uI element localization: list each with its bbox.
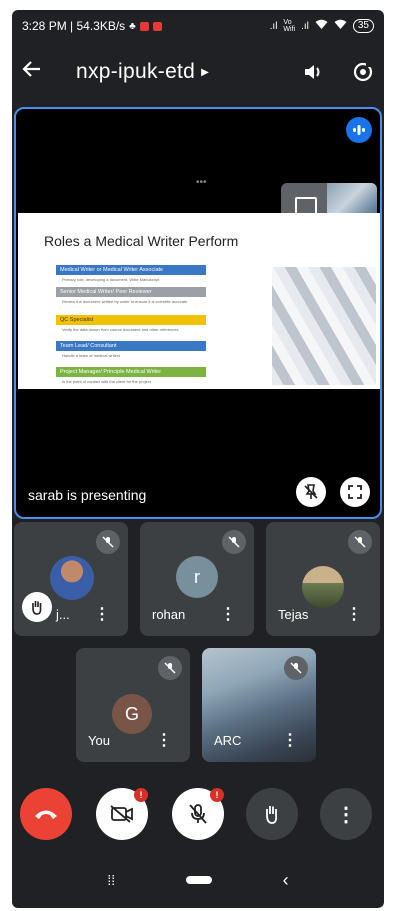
more-options-button[interactable]: ⋮	[320, 788, 372, 840]
camera-alert-badge: !	[134, 788, 148, 802]
back-icon[interactable]: ‹	[283, 870, 289, 891]
pin-off-icon[interactable]	[296, 477, 326, 507]
fullscreen-icon[interactable]	[340, 477, 370, 507]
participant-tile[interactable]: j... ⋮	[14, 522, 128, 636]
recent-apps-icon[interactable]: ⁞⁞	[107, 872, 115, 888]
signal-icon: .ıl	[269, 20, 278, 32]
slide-role-bar: Medical Writer or Medical Writer Associa…	[56, 265, 206, 275]
slide-role-note: Handle a team of medical writers	[62, 353, 121, 358]
status-bar: 3:28 PM | 54.3KB/s ♣ .ıl Vo Wifi .ıl 35	[12, 10, 384, 42]
participant-avatar: G	[112, 694, 152, 734]
mic-off-icon	[158, 656, 182, 680]
speaker-icon[interactable]	[302, 61, 324, 83]
call-controls: ! ! ⋮	[12, 788, 384, 846]
slide-role-note: Review the document written by writer to…	[62, 299, 188, 304]
mic-toggle-button[interactable]: !	[172, 788, 224, 840]
meeting-code[interactable]: nxp-ipuk-etd	[76, 60, 195, 84]
more-options-icon[interactable]: ⋮	[220, 604, 236, 624]
mic-off-icon	[284, 656, 308, 680]
camera-toggle-button[interactable]: !	[96, 788, 148, 840]
participant-name: j...	[56, 607, 70, 622]
mic-alert-badge: !	[210, 788, 224, 802]
volte-icon: Vo Wifi	[283, 19, 296, 33]
slide-role-bar: Senior Medical Writer/ Peer Reviewer	[56, 287, 206, 297]
app-notification-icon-2	[152, 21, 162, 31]
system-nav-bar: ⁞⁞ ‹	[12, 852, 384, 908]
presentation-panel[interactable]: ••• Roles a Medical Writer Perform Medic…	[14, 107, 382, 519]
battery-icon: 35	[352, 19, 374, 33]
home-icon[interactable]	[185, 876, 212, 884]
slide-role-bar: QC Specialist	[56, 315, 206, 325]
participant-name: rohan	[152, 607, 186, 622]
participant-avatar	[50, 556, 94, 600]
raised-hand-icon	[22, 592, 52, 622]
participant-tile[interactable]: ARC ⋮	[202, 648, 316, 762]
switch-camera-icon[interactable]	[352, 61, 374, 83]
participant-name: You	[88, 733, 110, 748]
more-options-icon[interactable]: ⋮	[94, 604, 110, 624]
wifi-icon-2	[334, 19, 347, 33]
more-options-icon[interactable]: ⋮	[282, 730, 298, 750]
mic-off-icon	[222, 530, 246, 554]
slide-role-note: Is the point of contact with the client …	[62, 379, 151, 384]
mic-off-icon	[96, 530, 120, 554]
mic-off-icon	[348, 530, 372, 554]
participant-name: ARC	[214, 733, 242, 748]
shared-slide: Roles a Medical Writer Perform Medical W…	[18, 213, 380, 389]
participant-tile[interactable]: Tejas ⋮	[266, 522, 380, 636]
slide-role-bar: Team Lead/ Consultant	[56, 341, 206, 351]
participant-name: Tejas	[278, 607, 309, 622]
audio-activity-icon	[346, 117, 372, 143]
signal-icon-2: .ıl	[301, 20, 309, 32]
presenter-label: sarab is presenting	[28, 487, 147, 503]
self-tile[interactable]: G You ⋮	[76, 648, 190, 762]
notification-icon: ♣	[129, 20, 136, 32]
wifi-icon	[315, 19, 328, 33]
chevron-right-icon[interactable]: ▶	[201, 67, 209, 78]
app-notification-icon	[139, 21, 149, 31]
meet-app-screen: 3:28 PM | 54.3KB/s ♣ .ıl Vo Wifi .ıl 35 n…	[12, 10, 384, 908]
slide-role-note: Primary role, developing a document, Wri…	[62, 277, 160, 282]
end-call-button[interactable]	[20, 788, 72, 840]
more-options-icon[interactable]: ⋮	[156, 730, 172, 750]
raise-hand-button[interactable]	[246, 788, 298, 840]
back-arrow-icon[interactable]	[22, 59, 48, 85]
participant-avatar	[302, 566, 344, 608]
ellipsis-icon: •••	[196, 177, 207, 188]
participant-avatar: r	[176, 556, 218, 598]
more-options-icon[interactable]: ⋮	[346, 604, 362, 624]
slide-role-note: Verify the data drawn from source docume…	[62, 327, 179, 332]
slide-title: Roles a Medical Writer Perform	[44, 233, 239, 249]
slide-role-bar: Project Manager/ Principle Medical Write…	[56, 367, 206, 377]
slide-decorative-image	[272, 267, 376, 385]
participant-tile[interactable]: r rohan ⋮	[140, 522, 254, 636]
meeting-header: nxp-ipuk-etd ▶	[12, 50, 384, 94]
status-time: 3:28 PM | 54.3KB/s	[22, 19, 126, 33]
more-vert-icon: ⋮	[336, 803, 356, 826]
